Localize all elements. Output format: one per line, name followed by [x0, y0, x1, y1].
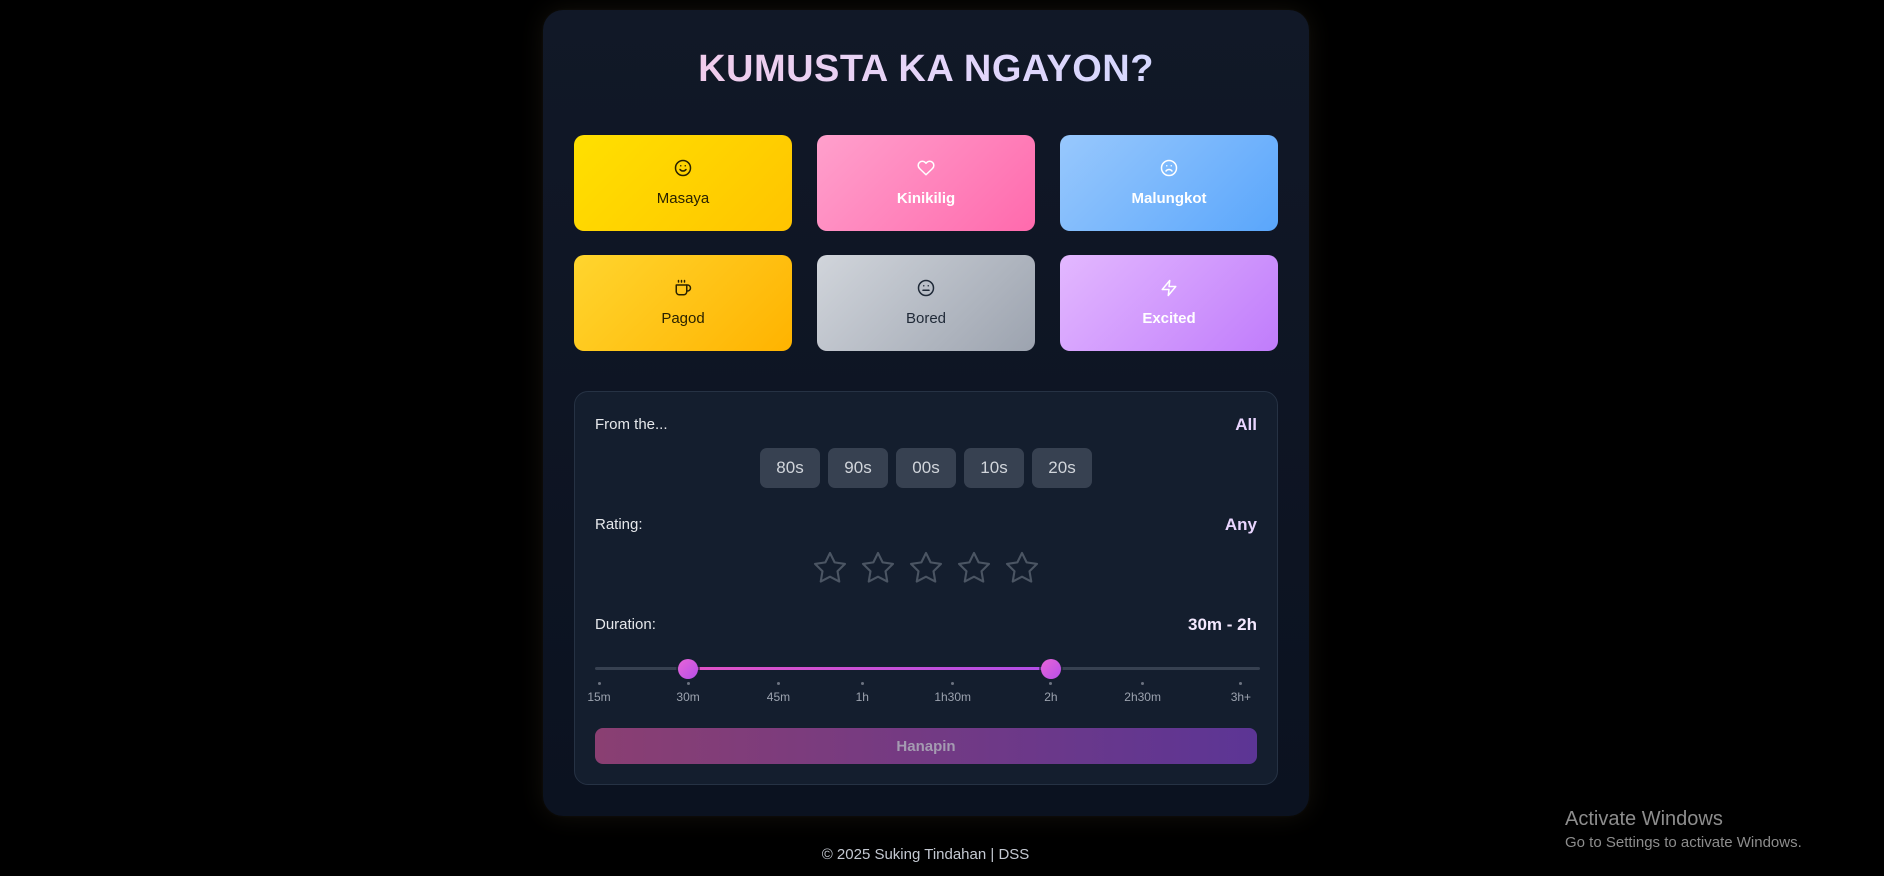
star-icon-5[interactable]: [1004, 550, 1040, 586]
heart-icon: [917, 160, 935, 176]
mood-label: Kinikilig: [896, 190, 956, 207]
slider-thumb-min[interactable]: [678, 659, 699, 679]
duration-tick: 1h: [842, 682, 882, 704]
mood-label: Pagod: [661, 310, 705, 327]
mood-button-excited[interactable]: Excited: [1060, 255, 1278, 351]
star-icon-3[interactable]: [908, 550, 944, 586]
tick-dot: [1049, 682, 1053, 685]
era-label: From the...: [595, 416, 668, 433]
tick-dot: [1141, 682, 1145, 685]
duration-value: 30m - 2h: [1188, 615, 1257, 634]
duration-tick: 45m: [758, 682, 798, 704]
page: KUMUSTA KA NGAYON? Masaya Kinikilig Malu…: [0, 0, 1884, 876]
rating-value: Any: [1224, 515, 1257, 534]
slider-range: [688, 667, 1051, 670]
smile-icon: [674, 159, 692, 177]
duration-label: Duration:: [595, 616, 656, 633]
rating-stars: [575, 550, 1277, 586]
duration-tick: 2h: [1031, 682, 1071, 704]
era-option-00s[interactable]: 00s: [896, 448, 956, 488]
mood-card: KUMUSTA KA NGAYON? Masaya Kinikilig Malu…: [543, 10, 1309, 816]
era-options: 80s 90s 00s 10s 20s: [575, 448, 1277, 488]
mood-grid: Masaya Kinikilig Malungkot Pagod Bored E…: [574, 135, 1278, 351]
era-option-80s[interactable]: 80s: [760, 448, 820, 488]
era-value: All: [1235, 415, 1257, 434]
tick-dot: [951, 682, 955, 685]
tick-dot: [776, 682, 780, 685]
page-title: KUMUSTA KA NGAYON?: [543, 48, 1309, 91]
tick-dot: [860, 682, 864, 685]
tick-label: 30m: [676, 690, 700, 704]
search-button[interactable]: Hanapin: [595, 728, 1257, 764]
meh-icon: [917, 279, 935, 297]
star-icon-1[interactable]: [812, 550, 848, 586]
era-option-90s[interactable]: 90s: [828, 448, 888, 488]
tick-label: 1h30m: [934, 690, 972, 704]
slider-thumb-max[interactable]: [1040, 659, 1061, 679]
tick-label: 45m: [766, 690, 791, 704]
tick-label: 3h+: [1230, 690, 1252, 704]
mood-label: Masaya: [656, 190, 710, 207]
tick-dot: [1239, 682, 1243, 685]
star-icon-4[interactable]: [956, 550, 992, 586]
duration-tick: 1h30m: [933, 682, 973, 704]
tick-dot: [597, 682, 601, 685]
mood-button-malungkot[interactable]: Malungkot: [1060, 135, 1278, 231]
filter-panel: From the... All 80s 90s 00s 10s 20s Rati…: [574, 391, 1278, 785]
frown-icon: [1160, 159, 1178, 177]
duration-tick: 30m: [668, 682, 708, 704]
duration-slider[interactable]: [595, 658, 1260, 680]
rating-label: Rating:: [595, 516, 643, 533]
mood-label: Malungkot: [1131, 190, 1207, 207]
coffee-icon: [675, 279, 692, 296]
mood-label: Bored: [905, 310, 947, 327]
mood-button-kinikilig[interactable]: Kinikilig: [817, 135, 1035, 231]
tick-label: 2h30m: [1124, 690, 1161, 704]
tick-label: 1h: [855, 690, 869, 704]
duration-tick: 15m: [579, 682, 619, 704]
tick-dot: [686, 682, 690, 685]
watermark-title: Activate Windows: [1565, 808, 1723, 830]
duration-tick: 3h+: [1221, 682, 1261, 704]
mood-label: Excited: [1142, 310, 1196, 327]
mood-button-bored[interactable]: Bored: [817, 255, 1035, 351]
activate-windows-watermark: Activate Windows Go to Settings to activ…: [1565, 808, 1802, 851]
tick-label: 15m: [587, 690, 611, 704]
watermark-subtitle: Go to Settings to activate Windows.: [1565, 834, 1802, 851]
star-icon-2[interactable]: [860, 550, 896, 586]
tick-label: 2h: [1044, 690, 1058, 704]
mood-button-pagod[interactable]: Pagod: [574, 255, 792, 351]
era-option-10s[interactable]: 10s: [964, 448, 1024, 488]
zap-icon: [1161, 279, 1177, 297]
era-option-20s[interactable]: 20s: [1032, 448, 1092, 488]
mood-button-masaya[interactable]: Masaya: [574, 135, 792, 231]
duration-tick: 2h30m: [1123, 682, 1163, 704]
